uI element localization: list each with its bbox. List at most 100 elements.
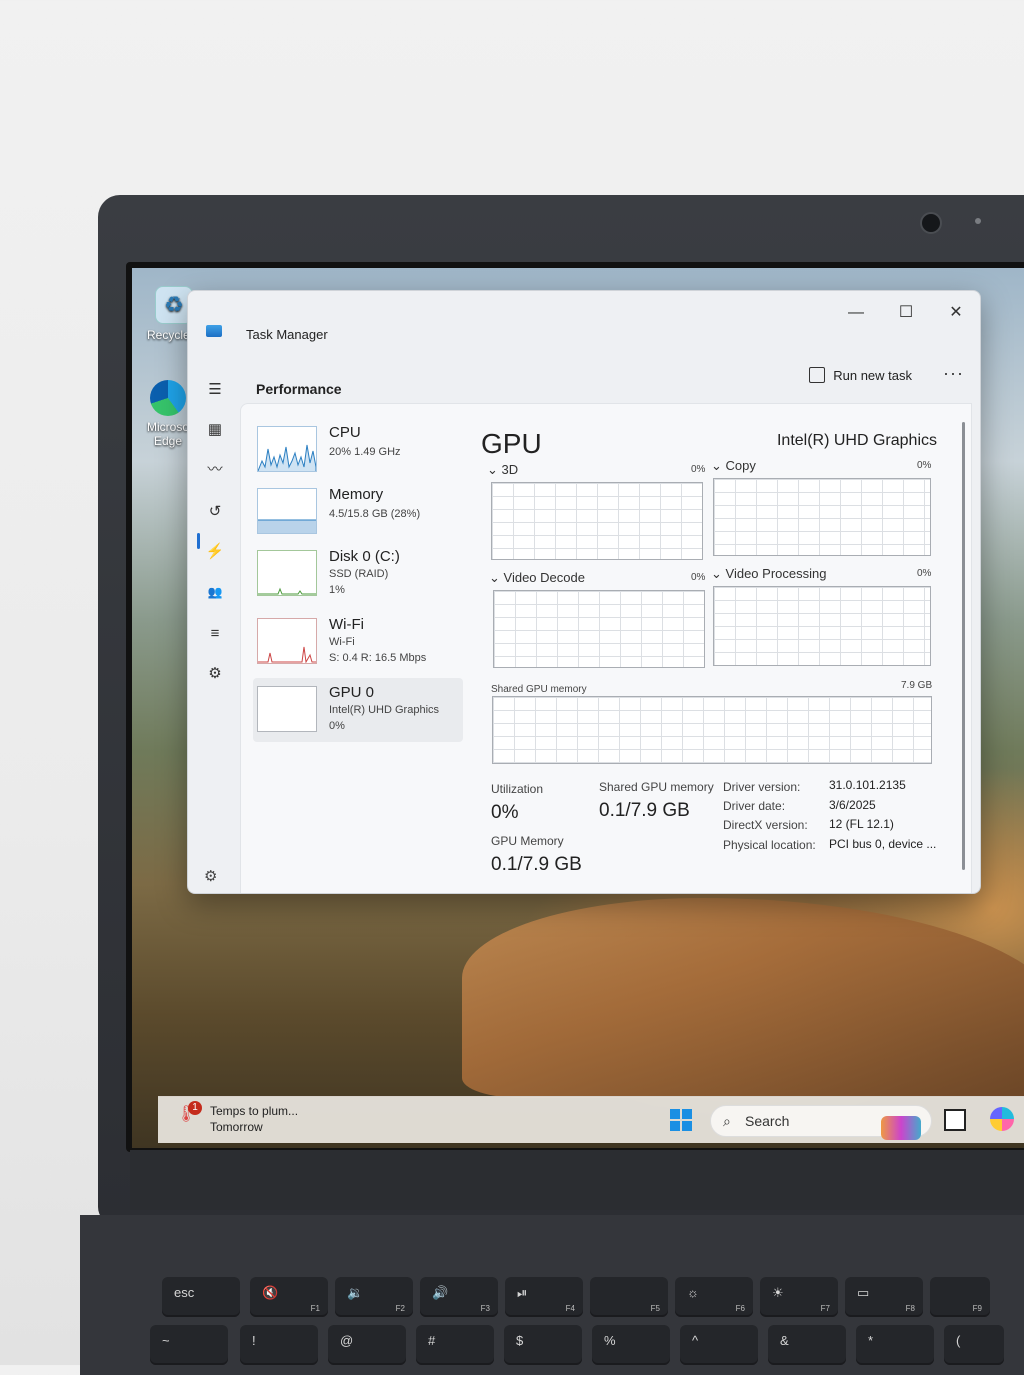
keyboard: esc 🔇 F1 🔉 F2 🔊 F3 ⏯ F4 F5 ☼ F6 ☀ F7 ▭ F8 F9 ~ … [80, 1215, 1024, 1375]
webcam [920, 212, 942, 234]
title-bar[interactable]: Task Manager — ☐ ✕ [188, 291, 980, 342]
device-name: GPU 0 [329, 684, 375, 701]
key-f6[interactable]: ☼ F6 [675, 1277, 753, 1317]
device-sub: 1% [329, 584, 345, 596]
engine-copy-dropdown[interactable]: ⌄ Copy [711, 458, 756, 474]
engine-copy-pct: 0% [917, 460, 932, 471]
device-disk[interactable]: Disk 0 (C:) SSD (RAID) 1% [253, 542, 463, 606]
search-highlight-art [881, 1116, 921, 1140]
device-cpu[interactable]: CPU 20% 1.49 GHz [253, 418, 463, 482]
physical-location-label: Physical location: [723, 838, 816, 852]
performance-icon[interactable]: 〰 [204, 459, 226, 481]
minimize-button[interactable]: — [836, 299, 876, 327]
key-f4[interactable]: ⏯ F4 [505, 1277, 583, 1317]
device-sub: S: 0.4 R: 16.5 Mbps [329, 652, 427, 664]
engine-video-processing-graph [713, 586, 931, 666]
key-fn-label: F5 [650, 1304, 660, 1313]
services-icon[interactable]: ⚙ [204, 663, 226, 685]
device-sub: Intel(R) UHD Graphics [329, 704, 440, 716]
key-f9[interactable]: F9 [930, 1277, 990, 1317]
content-scrollbar[interactable] [962, 422, 965, 870]
hamburger-menu-icon[interactable]: ☰ [204, 379, 226, 401]
key-1[interactable]: ! [240, 1325, 318, 1365]
gpu-mem-value: 0.1/7.9 GB [491, 854, 582, 875]
key-2[interactable]: @ [328, 1325, 406, 1365]
key-label: $ [516, 1333, 524, 1348]
key-f2[interactable]: 🔉 F2 [335, 1277, 413, 1317]
key-4[interactable]: $ [504, 1325, 582, 1365]
play-pause-icon: ⏯ [517, 1285, 528, 1300]
search-icon: ⌕ [723, 1113, 731, 1129]
copilot-icon[interactable] [990, 1107, 1014, 1131]
key-6[interactable]: ^ [680, 1325, 758, 1365]
key-fn-label: F2 [395, 1304, 405, 1313]
start-button[interactable] [670, 1109, 692, 1131]
notification-badge: 1 [188, 1101, 202, 1115]
utilization-label: Utilization [491, 782, 544, 796]
shared-memory-graph-max: 7.9 GB [901, 680, 933, 691]
device-sub: 0% [329, 720, 345, 732]
windows-logo-tile [682, 1121, 692, 1131]
physical-location-value: PCI bus 0, device ... [829, 837, 937, 851]
shared-memory-graph-label: Shared GPU memory [491, 684, 587, 695]
key-f7[interactable]: ☀ F7 [760, 1277, 838, 1317]
device-gpu[interactable]: GPU 0 Intel(R) UHD Graphics 0% [253, 678, 463, 742]
wifi-thumbnail-graph [257, 618, 317, 664]
utilization-value: 0% [491, 802, 519, 823]
key-label: ( [956, 1333, 961, 1348]
key-3[interactable]: # [416, 1325, 494, 1365]
nav-active-indicator [197, 533, 200, 549]
key-f8[interactable]: ▭ F8 [845, 1277, 923, 1317]
cpu-thumbnail-graph [257, 426, 317, 472]
key-7[interactable]: & [768, 1325, 846, 1365]
key-f5[interactable]: F5 [590, 1277, 668, 1317]
device-memory[interactable]: Memory 4.5/15.8 GB (28%) [253, 480, 463, 544]
engine-3d-dropdown[interactable]: ⌄ 3D [487, 462, 518, 478]
detail-model: Intel(R) UHD Graphics [776, 432, 937, 449]
key-f1[interactable]: 🔇 F1 [250, 1277, 328, 1317]
key-fn-label: F7 [820, 1304, 830, 1313]
engine-3d-label: 3D [501, 462, 519, 477]
driver-version-value: 31.0.101.2135 [829, 778, 906, 792]
engine-video-processing-dropdown[interactable]: ⌄ Video Processing [711, 566, 826, 582]
close-button[interactable]: ✕ [936, 299, 976, 327]
maximize-button[interactable]: ☐ [886, 299, 926, 327]
taskbar-search[interactable]: ⌕ Search [710, 1105, 932, 1140]
device-wifi[interactable]: Wi-Fi Wi-Fi S: 0.4 R: 16.5 Mbps [253, 610, 463, 674]
page-title: Performance [256, 381, 342, 397]
bezel-chin [130, 1150, 1024, 1210]
key-fn-label: F9 [972, 1304, 982, 1313]
users-icon[interactable]: 👥 [204, 581, 226, 603]
processes-icon[interactable]: ▦ [204, 419, 226, 441]
settings-gear-icon[interactable]: ⚙ [204, 867, 217, 885]
engine-video-decode-dropdown[interactable]: ⌄ Video Decode [489, 570, 585, 586]
window-title: Task Manager [246, 327, 328, 342]
app-history-icon[interactable]: ↺ [204, 501, 226, 523]
volume-down-icon: 🔉 [347, 1285, 364, 1300]
key-f3[interactable]: 🔊 F3 [420, 1277, 498, 1317]
task-view-icon[interactable] [944, 1109, 966, 1131]
volume-up-icon: 🔊 [432, 1285, 449, 1300]
key-9[interactable]: ( [944, 1325, 1004, 1365]
key-label: ^ [692, 1333, 699, 1348]
startup-apps-icon[interactable]: ⚡ [204, 541, 226, 563]
shared-memory-graph [492, 696, 932, 764]
key-esc[interactable]: esc [162, 1277, 240, 1317]
run-new-task-button[interactable]: Run new task [809, 367, 912, 383]
more-options-button[interactable]: ··· [943, 363, 964, 384]
key-label: ~ [162, 1333, 170, 1348]
device-name: CPU [329, 424, 361, 441]
engine-video-decode-graph [493, 590, 705, 668]
key-5[interactable]: % [592, 1325, 670, 1365]
weather-line2: Tomorrow [210, 1120, 263, 1134]
engine-copy-graph [713, 478, 931, 556]
brightness-up-icon: ☀ [772, 1285, 784, 1300]
windows-logo-tile [670, 1109, 680, 1119]
shared-mem-label: Shared GPU memory [599, 780, 714, 794]
performance-content: CPU 20% 1.49 GHz Memory 4.5/15.8 GB (28%… [240, 403, 972, 893]
key-tilde[interactable]: ~ [150, 1325, 228, 1365]
details-icon[interactable]: ≡ [204, 623, 226, 645]
weather-widget[interactable]: 🌡 1 Temps to plum... Tomorrow [176, 1101, 298, 1135]
key-label: % [604, 1333, 616, 1348]
key-8[interactable]: * [856, 1325, 934, 1365]
